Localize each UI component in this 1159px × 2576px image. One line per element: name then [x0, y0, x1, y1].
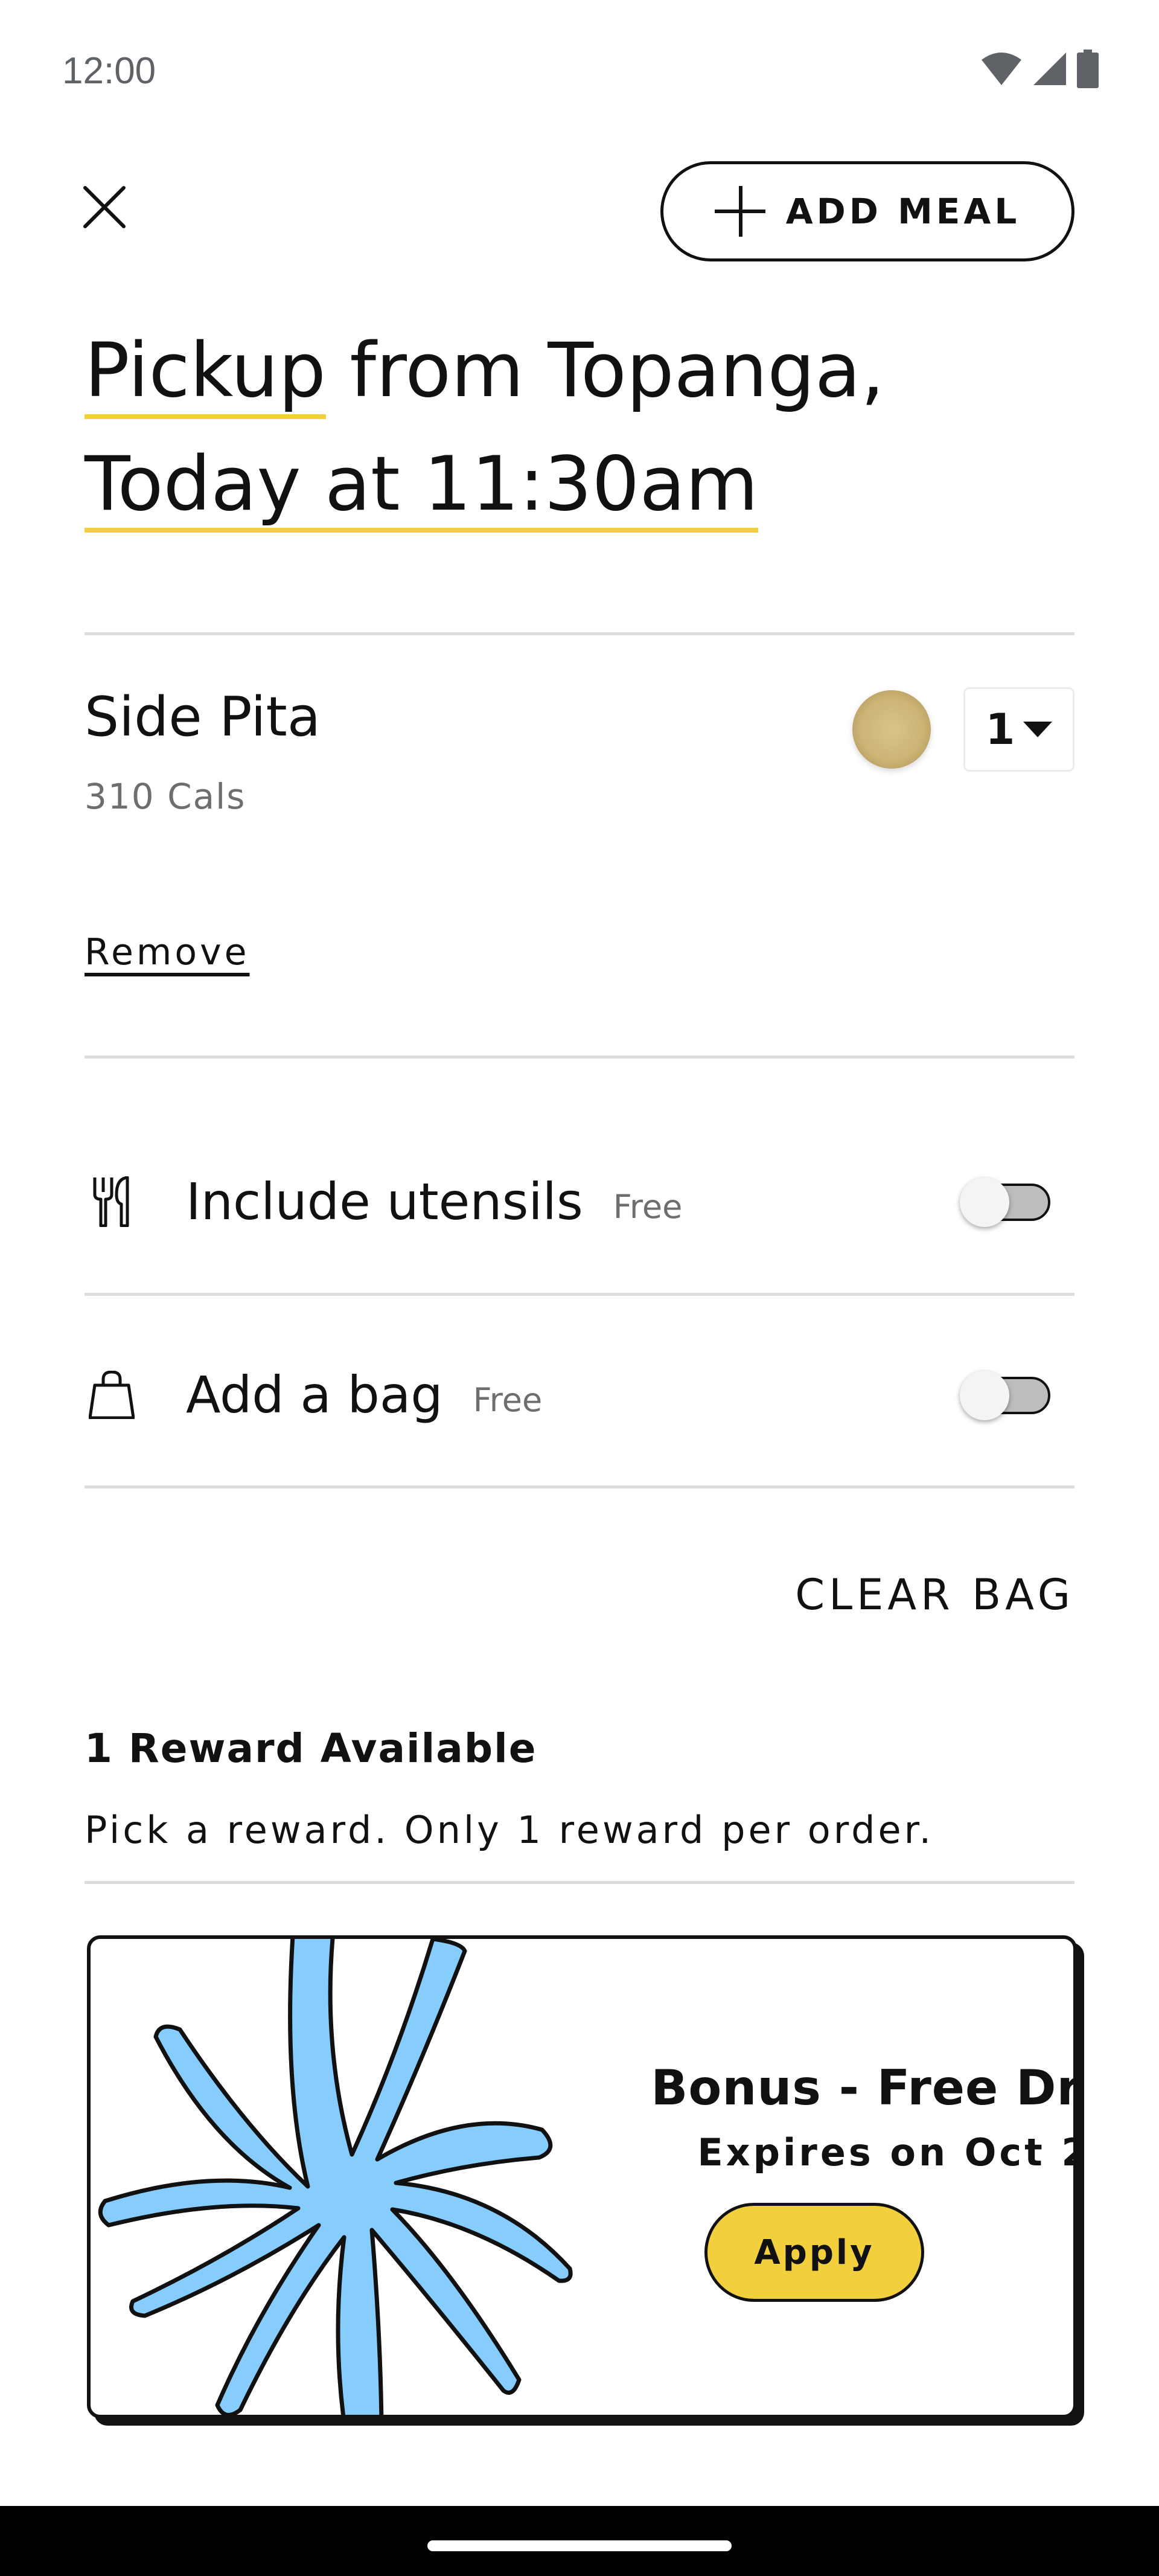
item-calories: 310 Cals — [85, 776, 246, 817]
reward-card[interactable]: Bonus - Free Drink Expires on Oct 27 App… — [87, 1935, 1077, 2418]
wifi-icon — [982, 53, 1021, 85]
option-utensils: Include utensils Free — [85, 1150, 1074, 1253]
reward-name: Bonus - Free Drink — [651, 2060, 1077, 2116]
divider — [85, 1293, 1074, 1296]
clear-bag-button[interactable]: CLEAR BAG — [795, 1570, 1074, 1620]
utensils-toggle[interactable] — [960, 1177, 1050, 1227]
remove-button[interactable]: Remove — [85, 931, 250, 973]
battery-icon — [1077, 50, 1099, 88]
pickup-time-link[interactable]: Today at 11:30am — [85, 441, 759, 533]
quantity-select[interactable]: 1 — [963, 687, 1074, 772]
system-nav-bar — [0, 2506, 1159, 2576]
status-icons — [980, 50, 1099, 88]
option-label: Include utensils — [186, 1172, 583, 1231]
quantity-value: 1 — [985, 705, 1015, 754]
home-handle[interactable] — [427, 2540, 732, 2551]
bag-toggle[interactable] — [960, 1371, 1050, 1420]
bag-icon — [85, 1368, 139, 1422]
plus-icon — [714, 186, 765, 237]
option-price: Free — [473, 1380, 543, 1419]
rewards-title: 1 Reward Available — [85, 1725, 537, 1772]
pickup-mode-link[interactable]: Pickup — [85, 327, 326, 419]
signal-icon — [1033, 53, 1066, 85]
option-price: Free — [613, 1187, 683, 1226]
add-meal-button[interactable]: ADD MEAL — [660, 161, 1074, 261]
utensils-icon — [85, 1174, 139, 1229]
close-icon — [83, 185, 126, 228]
starburst-graphic — [98, 1939, 573, 2415]
add-meal-label: ADD MEAL — [785, 191, 1021, 232]
order-heading: Pickup from Topanga, Today at 11:30am — [85, 314, 1074, 541]
divider — [85, 1881, 1074, 1884]
item-name: Side Pita — [85, 685, 321, 749]
option-bag: Add a bag Free — [85, 1344, 1074, 1446]
caret-down-icon — [1023, 722, 1053, 737]
option-label: Add a bag — [186, 1365, 443, 1424]
divider — [85, 632, 1074, 635]
close-button[interactable] — [78, 181, 130, 232]
toggle-knob — [960, 1177, 1009, 1227]
status-time: 12:00 — [62, 50, 156, 92]
pickup-location: from Topanga, — [325, 327, 885, 414]
toggle-knob — [960, 1371, 1009, 1420]
status-bar: 12:00 — [0, 0, 1159, 142]
divider — [85, 1485, 1074, 1488]
rewards-subtitle: Pick a reward. Only 1 reward per order. — [85, 1808, 934, 1852]
item-thumbnail — [852, 690, 931, 769]
apply-reward-button[interactable]: Apply — [704, 2203, 924, 2302]
reward-expiry: Expires on Oct 27 — [697, 2130, 1073, 2174]
divider — [85, 1056, 1074, 1059]
